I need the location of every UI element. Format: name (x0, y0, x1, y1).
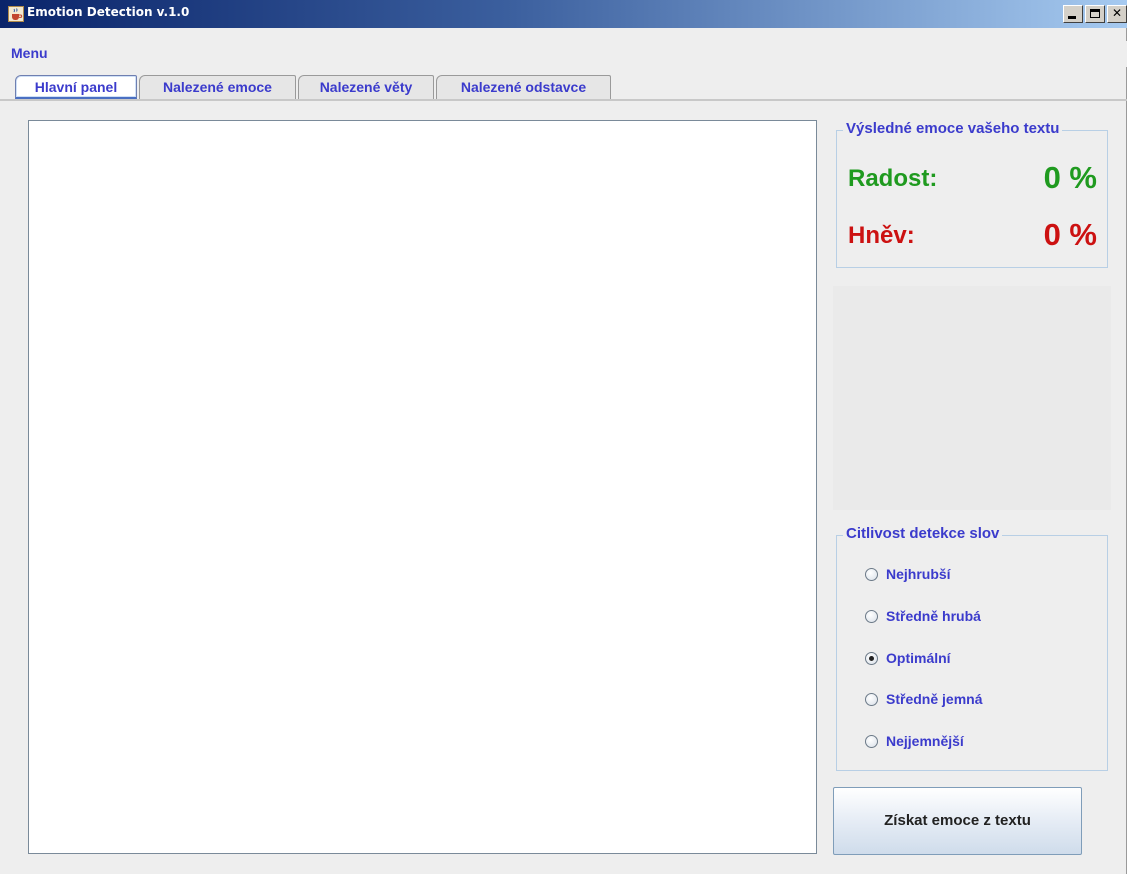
sensitivity-option-nejjemnejsi[interactable]: Nejjemnější (865, 731, 964, 751)
close-button[interactable]: ✕ (1107, 5, 1127, 23)
tab-hlavni-panel[interactable]: Hlavní panel (15, 75, 137, 99)
window-controls: ✕ (1063, 5, 1127, 23)
title-bar[interactable]: Emotion Detection v.1.0 ✕ (0, 0, 1127, 28)
maximize-icon (1090, 9, 1100, 18)
sensitivity-option-optimalni[interactable]: Optimální (865, 648, 951, 668)
tab-nalezene-vety[interactable]: Nalezené věty (298, 75, 434, 99)
sensitivity-option-nejhrubsi[interactable]: Nejhrubší (865, 564, 951, 584)
java-cup-icon (8, 6, 24, 22)
sensitivity-option-stredne-jemna[interactable]: Středně jemná (865, 689, 982, 709)
tab-nalezene-emoce[interactable]: Nalezené emoce (139, 75, 296, 99)
radio-button-selected[interactable] (865, 651, 878, 665)
anger-label: Hněv: (848, 222, 915, 249)
joy-label: Radost: (848, 165, 938, 192)
tab-nalezene-odstavce[interactable]: Nalezené odstavce (436, 75, 611, 99)
sensitivity-group-title: Citlivost detekce slov (843, 525, 1003, 542)
anger-value: 0 % (1043, 217, 1097, 252)
maximize-button[interactable] (1085, 5, 1105, 23)
window-title: Emotion Detection v.1.0 (27, 5, 190, 19)
sensitivity-group: Citlivost detekce slov Nejhrubší Středně… (836, 525, 1108, 771)
radio-label: Nejjemnější (886, 733, 964, 749)
radio-button[interactable] (865, 734, 878, 748)
radio-button[interactable] (865, 692, 878, 706)
radio-button[interactable] (865, 567, 878, 581)
radio-label: Optimální (886, 650, 951, 666)
sensitivity-option-stredne-hruba[interactable]: Středně hrubá (865, 606, 981, 626)
radio-label: Středně hrubá (886, 608, 981, 624)
results-group-title: Výsledné emoce vašeho textu (843, 120, 1063, 137)
menu-item-menu[interactable]: Menu (11, 45, 48, 61)
minimize-icon (1068, 16, 1076, 19)
minimize-button[interactable] (1063, 5, 1083, 23)
menu-bar: Menu (0, 41, 1127, 67)
tab-bar: Hlavní panel Nalezené emoce Nalezené vět… (0, 69, 1127, 101)
empty-panel (833, 286, 1111, 510)
radio-label: Nejhrubší (886, 566, 951, 582)
tab-divider (0, 99, 1127, 101)
joy-value: 0 % (1043, 160, 1097, 195)
get-emotions-button[interactable]: Získat emoce z textu (833, 787, 1082, 855)
close-icon: ✕ (1111, 6, 1123, 20)
results-group: Výsledné emoce vašeho textu Radost: 0 % … (836, 120, 1108, 268)
radio-label: Středně jemná (886, 691, 983, 707)
text-input-area[interactable] (28, 120, 817, 854)
app-window: Emotion Detection v.1.0 ✕ Menu Hlavní pa… (0, 0, 1127, 874)
radio-button[interactable] (865, 609, 878, 623)
